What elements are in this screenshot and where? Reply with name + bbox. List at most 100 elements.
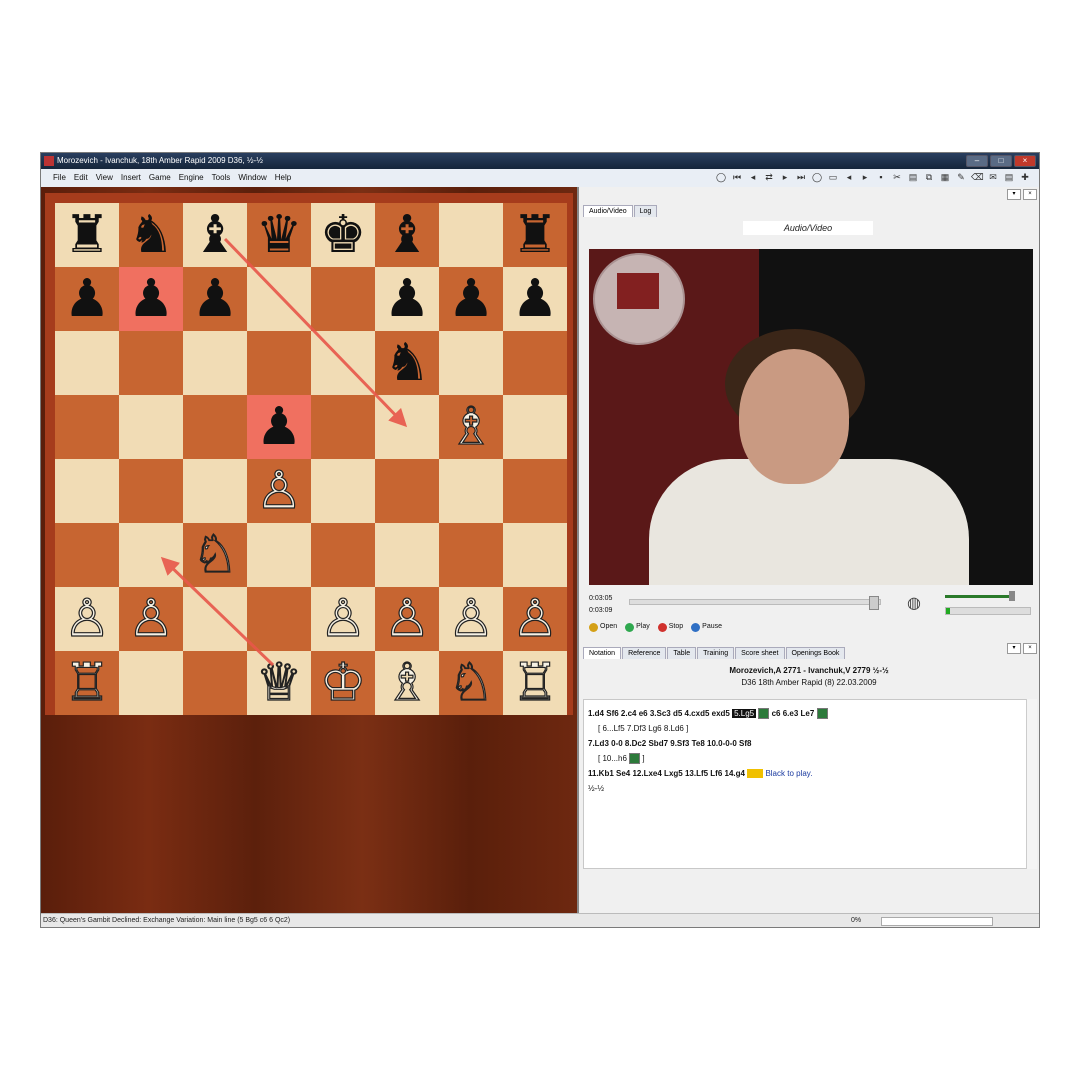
- white-piece-icon[interactable]: ♙: [383, 592, 431, 645]
- square-a2[interactable]: ♙: [55, 587, 119, 651]
- square-c1[interactable]: [183, 651, 247, 715]
- square-d2[interactable]: [247, 587, 311, 651]
- square-h3[interactable]: [503, 523, 567, 587]
- save-icon[interactable]: ▪: [875, 171, 887, 183]
- square-c3[interactable]: ♘: [183, 523, 247, 587]
- moves-text[interactable]: 1.d4 Sf6 2.c4 e6 3.Sc3 d5 4.cxd5 exd5: [588, 709, 730, 718]
- square-d8[interactable]: ♛: [247, 203, 311, 267]
- current-move[interactable]: 5.Lg5: [732, 709, 757, 718]
- doc-icon[interactable]: ▭: [827, 171, 839, 183]
- menu-insert[interactable]: Insert: [121, 169, 141, 187]
- square-f1[interactable]: ♗: [375, 651, 439, 715]
- menu-game[interactable]: Game: [149, 169, 171, 187]
- square-h1[interactable]: ♖: [503, 651, 567, 715]
- black-piece-icon[interactable]: ♟: [64, 273, 111, 325]
- square-a6[interactable]: [55, 331, 119, 395]
- menu-help[interactable]: Help: [275, 169, 291, 187]
- last-move-icon[interactable]: ⏭: [795, 171, 807, 183]
- seek-thumb[interactable]: [868, 596, 879, 610]
- black-piece-icon[interactable]: ♞: [128, 209, 175, 261]
- white-piece-icon[interactable]: ♔: [319, 656, 367, 709]
- square-h8[interactable]: ♜: [503, 203, 567, 267]
- notation-close-icon[interactable]: ×: [1023, 643, 1037, 654]
- volume-thumb[interactable]: [1009, 591, 1015, 601]
- square-d3[interactable]: [247, 523, 311, 587]
- chess-board[interactable]: ♜ ♞ ♝ ♛ ♚ ♝ ♜ ♟ ♟ ♟ ♟ ♟ ♟ ♞ ♟ ♗ ♙ ♘ ♙ ♙ ♙ ♙ ♙ ♙ ♖ ♕ ♔ ♗ ♘ ♖: [55, 203, 567, 715]
- paste-icon[interactable]: ▦: [939, 171, 951, 183]
- white-piece-icon[interactable]: ♕: [255, 656, 303, 709]
- square-c6[interactable]: [183, 331, 247, 395]
- square-g7[interactable]: ♟: [439, 267, 503, 331]
- square-c4[interactable]: [183, 459, 247, 523]
- white-piece-icon[interactable]: ♙: [127, 592, 175, 645]
- square-e7[interactable]: [311, 267, 375, 331]
- square-f5[interactable]: [375, 395, 439, 459]
- square-c7[interactable]: ♟: [183, 267, 247, 331]
- variation-line[interactable]: [ 6...Lf5 7.Df3 Lg6 8.Ld6 ]: [588, 721, 1024, 736]
- speaker-icon[interactable]: ◍: [907, 593, 921, 613]
- square-f2[interactable]: ♙: [375, 587, 439, 651]
- square-b6[interactable]: [119, 331, 183, 395]
- square-e6[interactable]: [311, 331, 375, 395]
- moves-text[interactable]: 11.Kb1 Se4 12.Lxe4 Lxg5 13.Lf5 Lf6 14.g4: [588, 769, 745, 778]
- square-b5[interactable]: [119, 395, 183, 459]
- menu-window[interactable]: Window: [238, 169, 266, 187]
- back-icon[interactable]: ◂: [747, 171, 759, 183]
- square-b3[interactable]: [119, 523, 183, 587]
- square-c2[interactable]: [183, 587, 247, 651]
- first-move-icon[interactable]: ⏮: [731, 171, 743, 183]
- tab-table[interactable]: Table: [667, 647, 697, 659]
- black-piece-icon[interactable]: ♟: [192, 273, 239, 325]
- volume-slider[interactable]: [945, 595, 1009, 598]
- square-b7[interactable]: ♟: [119, 267, 183, 331]
- menu-edit[interactable]: Edit: [74, 169, 88, 187]
- square-h6[interactable]: [503, 331, 567, 395]
- square-b1[interactable]: [119, 651, 183, 715]
- square-e3[interactable]: [311, 523, 375, 587]
- tab-openings-book[interactable]: Openings Book: [785, 647, 846, 659]
- moves-text[interactable]: c6 6.e3 Le7: [772, 709, 815, 718]
- square-d6[interactable]: [247, 331, 311, 395]
- black-piece-icon[interactable]: ♝: [192, 209, 239, 261]
- panel-close-icon[interactable]: ×: [1023, 189, 1037, 200]
- square-a4[interactable]: [55, 459, 119, 523]
- square-h5[interactable]: [503, 395, 567, 459]
- forward-icon[interactable]: ▸: [779, 171, 791, 183]
- black-piece-icon[interactable]: ♟: [512, 273, 559, 325]
- square-h7[interactable]: ♟: [503, 267, 567, 331]
- square-f6[interactable]: ♞: [375, 331, 439, 395]
- notation-dropdown-icon[interactable]: ▾: [1007, 643, 1021, 654]
- square-g5[interactable]: ♗: [439, 395, 503, 459]
- tab-reference[interactable]: Reference: [622, 647, 667, 659]
- square-g2[interactable]: ♙: [439, 587, 503, 651]
- square-h4[interactable]: [503, 459, 567, 523]
- square-f4[interactable]: [375, 459, 439, 523]
- black-piece-icon[interactable]: ♛: [256, 209, 303, 261]
- menu-engine[interactable]: Engine: [179, 169, 204, 187]
- pause-button[interactable]: Pause: [691, 621, 722, 633]
- black-piece-icon[interactable]: ♟: [384, 273, 431, 325]
- square-e2[interactable]: ♙: [311, 587, 375, 651]
- flip-icon[interactable]: ⇄: [763, 171, 775, 183]
- square-c8[interactable]: ♝: [183, 203, 247, 267]
- menu-file[interactable]: File: [53, 169, 66, 187]
- open-button[interactable]: Open: [589, 621, 617, 633]
- square-f7[interactable]: ♟: [375, 267, 439, 331]
- square-b2[interactable]: ♙: [119, 587, 183, 651]
- square-e5[interactable]: [311, 395, 375, 459]
- white-piece-icon[interactable]: ♙: [511, 592, 559, 645]
- black-piece-icon[interactable]: ♚: [320, 209, 367, 261]
- menu-tools[interactable]: Tools: [212, 169, 231, 187]
- square-f8[interactable]: ♝: [375, 203, 439, 267]
- add-icon[interactable]: ✚: [1019, 171, 1031, 183]
- white-piece-icon[interactable]: ♖: [63, 656, 111, 709]
- copy-icon[interactable]: ⧉: [923, 171, 935, 183]
- square-g1[interactable]: ♘: [439, 651, 503, 715]
- moves-text[interactable]: 7.Ld3 0-0 8.Dc2 Sbd7 9.Sf3 Te8 10.0-0-0 …: [588, 739, 751, 748]
- square-d7[interactable]: [247, 267, 311, 331]
- panel-dropdown-icon[interactable]: ▾: [1007, 189, 1021, 200]
- seek-bar[interactable]: [629, 596, 881, 610]
- menu-view[interactable]: View: [96, 169, 113, 187]
- square-a1[interactable]: ♖: [55, 651, 119, 715]
- cut-icon[interactable]: ✂: [891, 171, 903, 183]
